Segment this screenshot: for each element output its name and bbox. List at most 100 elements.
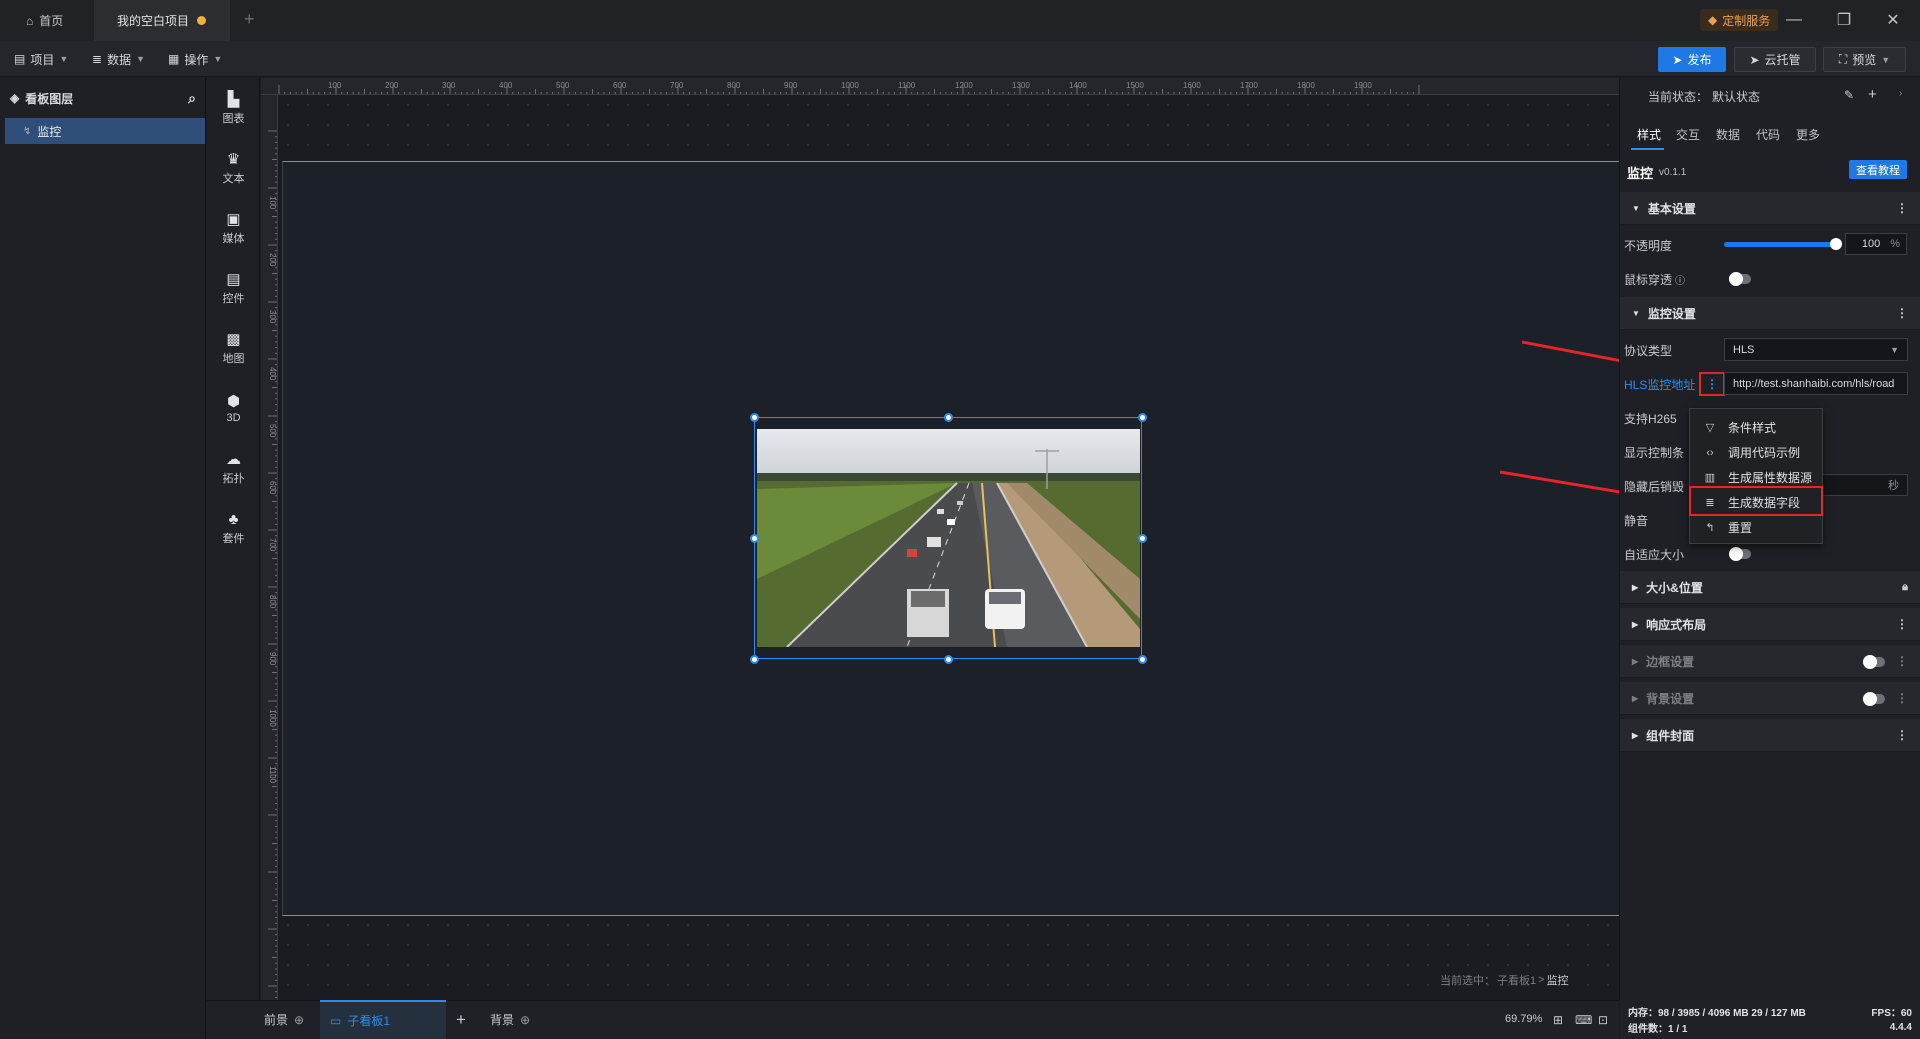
autosize-toggle[interactable]	[1729, 547, 1751, 561]
memory-text: 内存：98 / 3985 / 4096 MB 29 / 127 MB	[1628, 1007, 1806, 1019]
ruler-top[interactable]: 100 200 300 400 500 600 700 800 900 1000 1100 1200 1…	[261, 78, 1619, 95]
ruler-label: 1000	[268, 709, 277, 727]
tool-topology[interactable]: ☁ 拓扑	[207, 443, 260, 493]
add-state-icon[interactable]: +	[1868, 86, 1877, 103]
publish-button[interactable]: ➤ 发布	[1658, 47, 1726, 72]
background-toggle[interactable]	[1863, 692, 1885, 706]
more-vertical-icon[interactable]: ⋮	[1896, 654, 1908, 668]
resize-handle-s[interactable]	[944, 655, 953, 664]
add-board-button[interactable]: +	[456, 1000, 466, 1039]
more-vertical-icon[interactable]: ⋮	[1896, 306, 1908, 320]
resize-handle-nw[interactable]	[750, 413, 759, 422]
caret-down-icon: ▼	[1632, 308, 1640, 318]
search-icon[interactable]: ⌕	[188, 90, 196, 107]
tool-map[interactable]: ▩ 地图	[207, 323, 260, 373]
resize-handle-e[interactable]	[1138, 534, 1147, 543]
selection-box[interactable]	[754, 417, 1142, 659]
minimize-button[interactable]: —	[1782, 8, 1806, 32]
edit-icon[interactable]: ✎	[1844, 88, 1854, 102]
terminal-icon[interactable]: ⊡	[1598, 1013, 1608, 1027]
hls-url-label[interactable]: HLS监控地址	[1624, 376, 1695, 393]
section-responsive[interactable]: ▶ 响应式布局 ⋮	[1620, 608, 1920, 641]
help-icon[interactable]: ⓘ	[1675, 272, 1685, 287]
menu-project[interactable]: ▤ 项目 ▼	[14, 41, 68, 77]
menu-operation[interactable]: ▦ 操作 ▼	[168, 41, 222, 77]
media-icon: ▣	[226, 211, 241, 228]
hls-url-input[interactable]: http://test.shanhaibi.com/hls/road	[1724, 372, 1908, 395]
tab-project[interactable]: 我的空白项目	[94, 0, 230, 41]
close-icon: ✕	[1886, 12, 1900, 29]
cloud-hosting-button[interactable]: ➤ 云托管	[1734, 47, 1816, 72]
section-cover[interactable]: ▶ 组件封面 ⋮	[1620, 719, 1920, 752]
more-vertical-icon[interactable]: ⋮	[1896, 691, 1908, 705]
ruler-left[interactable]: 100 200 300 400 500 600 700 800 900 1000 1100	[261, 95, 278, 1000]
layer-item-label: 监控	[37, 124, 62, 139]
ruler-label: 700	[268, 538, 277, 552]
zoom-level[interactable]: 69.79%	[1505, 1013, 1542, 1025]
ruler-label: 300	[268, 310, 277, 324]
tab-sub-board-1[interactable]: ▭ 子看板1	[320, 1000, 446, 1039]
protocol-select[interactable]: HLS ▼	[1724, 338, 1908, 361]
fit-screen-icon[interactable]: ⊞	[1553, 1013, 1563, 1027]
restore-button[interactable]: ❐	[1832, 8, 1856, 32]
menu-item-label: 调用代码示例	[1728, 446, 1801, 460]
tool-chart[interactable]: ▙ 图表	[207, 83, 260, 133]
chevron-down-icon: ▼	[59, 54, 69, 64]
mouse-pass-toggle[interactable]	[1729, 272, 1751, 286]
section-monitor[interactable]: ▼ 监控设置 ⋮	[1620, 297, 1920, 330]
lock-icon[interactable]: 🔒︎	[1902, 581, 1908, 594]
preview-button[interactable]: ⛶ 预览 ▼	[1823, 47, 1906, 72]
tab-interaction[interactable]: 交互	[1676, 126, 1700, 146]
tab-data[interactable]: 数据	[1716, 126, 1740, 146]
close-button[interactable]: ✕	[1881, 8, 1905, 32]
tool-text[interactable]: ♛ 文本	[207, 143, 260, 193]
tool-label: 媒体	[222, 233, 245, 245]
resize-handle-ne[interactable]	[1138, 413, 1147, 422]
resize-handle-n[interactable]	[944, 413, 953, 422]
more-vertical-icon[interactable]: ⋮	[1896, 728, 1908, 742]
tab-code[interactable]: 代码	[1756, 126, 1780, 146]
ruler-label: 200	[268, 253, 277, 267]
add-circle-icon[interactable]: ⊕	[520, 1013, 530, 1027]
tab-home[interactable]: ⌂ 首页	[0, 0, 94, 41]
tool-media[interactable]: ▣ 媒体	[207, 203, 260, 253]
section-size-position[interactable]: ▶ 大小&位置 🔒︎	[1620, 571, 1920, 604]
tutorial-button[interactable]: 查看教程	[1849, 160, 1907, 179]
hide-destroy-label: 隐藏后销毁	[1624, 480, 1685, 494]
status-path[interactable]: 子看板1	[1497, 972, 1536, 988]
add-circle-icon[interactable]: ⊕	[294, 1013, 304, 1027]
new-tab-button[interactable]: +	[244, 9, 255, 30]
layers-panel	[0, 78, 206, 1039]
context-menu: ▽ 条件样式 ‹› 调用代码示例 ▥ 生成属性数据源 ≣ 生成数据字段 ↰ 重置	[1689, 408, 1823, 544]
resize-handle-se[interactable]	[1138, 655, 1147, 664]
keyboard-icon[interactable]: ⌨	[1575, 1013, 1592, 1027]
state-value[interactable]: 默认状态	[1712, 88, 1760, 105]
ruler-left-ticks: 100 200 300 400 500 600 700 800 900 1000 1100	[268, 130, 277, 998]
menu-data[interactable]: ≣ 数据 ▼	[92, 41, 145, 77]
menu-item-code-example[interactable]: ‹› 调用代码示例	[1690, 440, 1822, 465]
tab-style[interactable]: 样式	[1637, 126, 1661, 146]
opacity-slider[interactable]	[1724, 242, 1834, 247]
tool-kit[interactable]: ♣ 套件	[207, 503, 260, 553]
menu-item-conditional-style[interactable]: ▽ 条件样式	[1690, 415, 1822, 440]
more-vertical-icon[interactable]: ⋮	[1896, 201, 1908, 215]
more-vertical-icon[interactable]: ⋮	[1896, 617, 1908, 631]
tool-3d[interactable]: ⬢ 3D	[207, 383, 260, 433]
hls-more-button[interactable]: ⋮	[1699, 372, 1725, 396]
tab-foreground[interactable]: 前景 ⊕	[264, 1000, 314, 1039]
tab-more[interactable]: 更多	[1796, 126, 1820, 146]
chevron-right-icon[interactable]: ›	[1899, 88, 1902, 99]
menu-item-reset[interactable]: ↰ 重置	[1690, 515, 1822, 540]
tab-background[interactable]: 背景 ⊕	[490, 1000, 540, 1039]
resize-handle-w[interactable]	[750, 534, 759, 543]
border-toggle[interactable]	[1863, 655, 1885, 669]
section-basic[interactable]: ▼ 基本设置 ⋮	[1620, 192, 1920, 225]
resize-handle-sw[interactable]	[750, 655, 759, 664]
tool-label: 拓扑	[222, 473, 245, 485]
opacity-input[interactable]: 100 %	[1845, 233, 1907, 255]
tool-control[interactable]: ▤ 控件	[207, 263, 260, 313]
custom-service-button[interactable]: ◆ 定制服务	[1700, 9, 1779, 31]
layer-item-monitor[interactable]: ↯ 监控	[5, 118, 205, 144]
ruler-label: 1800	[1297, 81, 1315, 90]
opacity-slider-knob[interactable]	[1830, 238, 1842, 250]
